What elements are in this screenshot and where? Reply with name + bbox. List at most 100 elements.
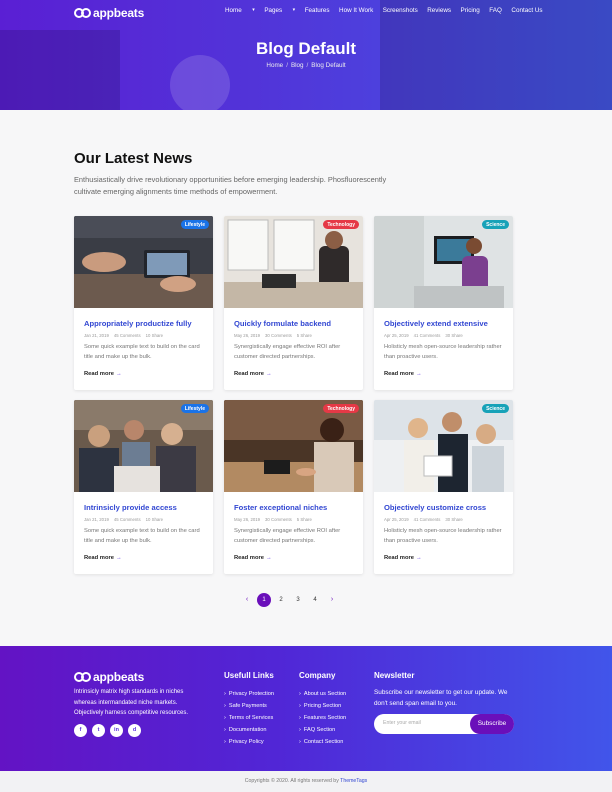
- page-button-3[interactable]: 3: [291, 593, 305, 607]
- category-badge[interactable]: Technology: [323, 220, 359, 229]
- page-button-1[interactable]: 1: [257, 593, 271, 607]
- card-title[interactable]: Quickly formulate backend: [234, 319, 331, 328]
- arrow-right-icon: →: [115, 555, 122, 561]
- brand-logo[interactable]: appbeats: [74, 6, 144, 20]
- blog-card[interactable]: Science Objectively extend extensive Apr 2…: [374, 216, 513, 390]
- card-meta: Jan 21, 2019 45 Comments 10 Share: [84, 517, 168, 522]
- read-more-link[interactable]: Read more →: [384, 371, 422, 377]
- footer-link[interactable]: › FAQ Section: [299, 724, 346, 736]
- share-count[interactable]: 5 Share: [297, 517, 312, 522]
- footer-link-label: Pricing Section: [303, 703, 342, 709]
- nav-item-faq[interactable]: FAQ: [489, 7, 502, 14]
- nav-item-screenshots[interactable]: Screenshots: [383, 7, 418, 14]
- category-badge[interactable]: Science: [482, 404, 509, 413]
- share-count[interactable]: 10 Share: [146, 333, 163, 338]
- copyright-bar: Copyrights © 2020. All rights reserved b…: [0, 771, 612, 792]
- share-count[interactable]: 30 Share: [445, 333, 462, 338]
- blog-card[interactable]: Lifestyle Intrinsicly provide access Jan 2…: [74, 400, 213, 574]
- breadcrumb-home[interactable]: Home: [266, 62, 283, 69]
- section-description: Enthusiastically drive revolutionary opp…: [74, 175, 387, 196]
- blog-card[interactable]: Technology Quickly formulate backend May 2…: [224, 216, 363, 390]
- footer-link[interactable]: › Safe Payments: [224, 700, 274, 712]
- nav-item-how-it-work[interactable]: How It Work: [339, 7, 373, 14]
- footer-link[interactable]: › About us Section: [299, 688, 346, 700]
- arrow-right-icon: →: [265, 371, 272, 377]
- arrow-right-icon: →: [415, 371, 422, 377]
- footer-link[interactable]: › Documentation: [224, 724, 274, 736]
- blog-card[interactable]: Technology Foster exceptional niches May 2…: [224, 400, 363, 574]
- email-input[interactable]: Enter your email: [383, 720, 421, 726]
- page-button-4[interactable]: 4: [308, 593, 322, 607]
- card-image[interactable]: [224, 400, 363, 492]
- section-title: Our Latest News: [74, 150, 193, 167]
- card-title[interactable]: Intrinsicly provide access: [84, 503, 177, 512]
- post-date: May 26, 2019: [234, 517, 261, 522]
- category-badge[interactable]: Lifestyle: [180, 404, 209, 413]
- twitter-icon[interactable]: t: [92, 724, 105, 737]
- nav-item-contact-us[interactable]: Contact Us: [511, 7, 542, 14]
- comment-count[interactable]: 30 Comments: [265, 517, 292, 522]
- read-more-link[interactable]: Read more →: [234, 371, 272, 377]
- footer-link[interactable]: › Privacy Protection: [224, 688, 274, 700]
- copyright-brand-link[interactable]: ThemeTags: [340, 778, 367, 784]
- card-meta: May 26, 2019 30 Comments 5 Share: [234, 517, 317, 522]
- comment-count[interactable]: 41 Comments: [414, 333, 441, 338]
- footer-logo[interactable]: appbeats: [74, 670, 144, 684]
- category-badge[interactable]: Science: [482, 220, 509, 229]
- footer-link[interactable]: › Privacy Policy: [224, 736, 274, 748]
- breadcrumb-blog[interactable]: Blog: [291, 62, 304, 69]
- blog-card[interactable]: Science Objectively customize cross Apr 25…: [374, 400, 513, 574]
- card-title[interactable]: Foster exceptional niches: [234, 503, 327, 512]
- footer-link[interactable]: › Terms of Services: [224, 712, 274, 724]
- card-title[interactable]: Objectively customize cross: [384, 503, 486, 512]
- facebook-icon[interactable]: f: [74, 724, 87, 737]
- nav-item-home[interactable]: Home: [225, 7, 242, 14]
- comment-count[interactable]: 45 Comments: [114, 517, 141, 522]
- nav-item-pricing[interactable]: Pricing: [461, 7, 480, 14]
- linkedin-icon[interactable]: in: [110, 724, 123, 737]
- card-meta: Apr 25, 2019 41 Comments 30 Share: [384, 517, 468, 522]
- card-title[interactable]: Objectively extend extensive: [384, 319, 488, 328]
- card-title[interactable]: Appropriately productize fully: [84, 319, 192, 328]
- read-more-link[interactable]: Read more →: [84, 371, 122, 377]
- card-image[interactable]: [374, 400, 513, 492]
- page-title: Blog Default: [255, 39, 357, 58]
- newsletter-text: Subscribe our newsletter to get our upda…: [374, 689, 508, 707]
- card-image[interactable]: [74, 400, 213, 492]
- nav-item-features[interactable]: Features: [305, 7, 330, 14]
- category-badge[interactable]: Lifestyle: [180, 220, 209, 229]
- logo-icon: [74, 8, 91, 18]
- read-more-link[interactable]: Read more →: [384, 555, 422, 561]
- read-more-link[interactable]: Read more →: [234, 555, 272, 561]
- share-count[interactable]: 30 Share: [445, 517, 462, 522]
- share-count[interactable]: 5 Share: [297, 333, 312, 338]
- footer-link[interactable]: › Features Section: [299, 712, 346, 724]
- card-image[interactable]: [374, 216, 513, 308]
- footer-link-label: Documentation: [228, 727, 267, 733]
- nav-item-pages[interactable]: Pages: [264, 7, 282, 14]
- prev-page-button[interactable]: ‹: [240, 593, 254, 607]
- subscribe-button[interactable]: Subscribe: [470, 714, 514, 734]
- category-badge[interactable]: Technology: [323, 404, 359, 413]
- newsletter-form: Enter your email Subscribe: [374, 714, 514, 734]
- footer-link[interactable]: › Contact Section: [299, 736, 346, 748]
- card-meta: Jan 21, 2019 45 Comments 10 Share: [84, 333, 168, 338]
- chevron-down-icon: ▾: [252, 7, 255, 13]
- blog-card[interactable]: Lifestyle Appropriately productize fully J…: [74, 216, 213, 390]
- next-page-button[interactable]: ›: [325, 593, 339, 607]
- dribbble-icon[interactable]: d: [128, 724, 141, 737]
- card-image[interactable]: [224, 216, 363, 308]
- comment-count[interactable]: 41 Comments: [414, 517, 441, 522]
- footer-link[interactable]: › Pricing Section: [299, 700, 346, 712]
- share-count[interactable]: 10 Share: [146, 517, 163, 522]
- comment-count[interactable]: 45 Comments: [114, 333, 141, 338]
- page-button-2[interactable]: 2: [274, 593, 288, 607]
- read-more-label: Read more: [384, 555, 414, 561]
- comment-count[interactable]: 30 Comments: [265, 333, 292, 338]
- nav-item-reviews[interactable]: Reviews: [427, 7, 451, 14]
- chevron-right-icon: ›: [299, 703, 301, 709]
- read-more-link[interactable]: Read more →: [84, 555, 122, 561]
- card-meta: Apr 25, 2019 41 Comments 30 Share: [384, 333, 468, 338]
- card-image[interactable]: [74, 216, 213, 308]
- footer-link-label: About us Section: [303, 691, 347, 697]
